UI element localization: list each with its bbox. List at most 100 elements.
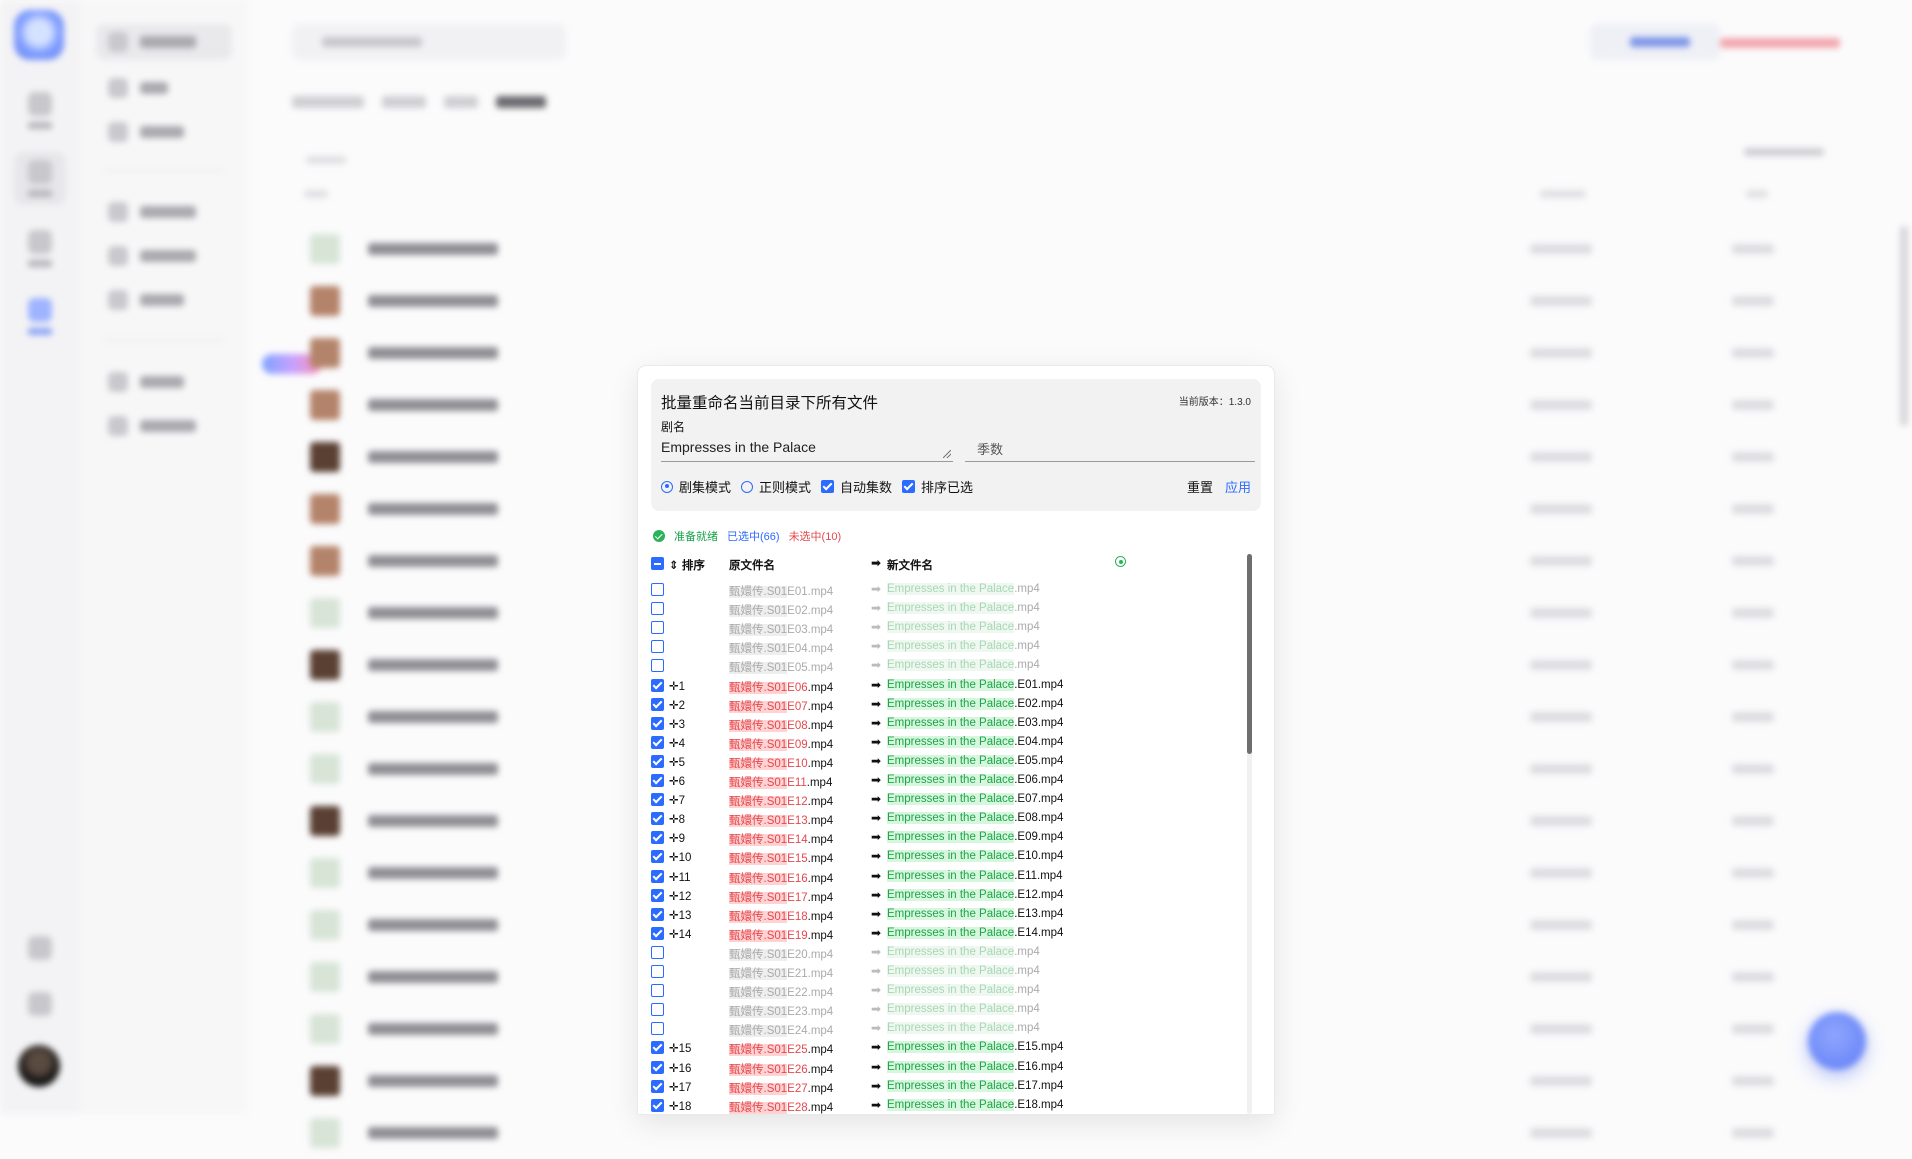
rail-item-message[interactable] xyxy=(22,936,58,960)
drag-handle-icon[interactable]: ✛ xyxy=(669,719,679,731)
rail-item-transfer[interactable] xyxy=(22,230,58,267)
row-checkbox[interactable] xyxy=(651,793,664,807)
row-order[interactable]: ✛9 xyxy=(669,831,685,845)
rail-item-files[interactable] xyxy=(14,152,66,205)
drag-handle-icon[interactable]: ✛ xyxy=(669,929,679,941)
drag-handle-icon[interactable]: ✛ xyxy=(669,1063,679,1075)
row-order[interactable]: ✛1 xyxy=(669,679,685,693)
sidebar-item-albums[interactable] xyxy=(96,114,232,150)
avatar[interactable] xyxy=(18,1045,60,1087)
row-checkbox[interactable] xyxy=(651,754,664,768)
sidebar-item-trash[interactable] xyxy=(96,282,232,318)
row-checkbox[interactable] xyxy=(651,716,664,730)
row-checkbox[interactable] xyxy=(651,1003,664,1017)
mode-regex-radio[interactable]: 正则模式 xyxy=(741,477,811,496)
row-order[interactable]: ✛8 xyxy=(669,812,685,826)
row-order[interactable]: ✛11 xyxy=(669,870,691,884)
row-checkbox[interactable] xyxy=(651,1079,664,1093)
file-row[interactable] xyxy=(300,275,1870,327)
drag-handle-icon[interactable]: ✛ xyxy=(669,872,679,884)
rail-item-home[interactable] xyxy=(22,92,58,129)
file-row[interactable] xyxy=(300,1107,1870,1159)
row-checkbox[interactable] xyxy=(651,659,664,673)
auto-episode-checkbox[interactable]: 自动集数 xyxy=(821,477,892,496)
row-checkbox[interactable] xyxy=(651,831,664,845)
sidebar-item-storage[interactable] xyxy=(96,364,232,400)
drag-handle-icon[interactable]: ✛ xyxy=(669,1043,679,1055)
rail-item-plugin[interactable] xyxy=(22,298,58,335)
row-order[interactable]: ✛14 xyxy=(669,927,691,941)
drag-handle-icon[interactable]: ✛ xyxy=(669,1082,679,1094)
row-order[interactable]: ✛3 xyxy=(669,717,685,731)
row-checkbox[interactable] xyxy=(651,621,664,635)
row-checkbox[interactable] xyxy=(651,888,664,902)
fab-button[interactable] xyxy=(1808,1012,1866,1070)
row-order[interactable]: ✛4 xyxy=(669,736,685,750)
drag-handle-icon[interactable]: ✛ xyxy=(669,891,679,903)
row-checkbox[interactable] xyxy=(651,869,664,883)
file-row[interactable] xyxy=(300,223,1870,275)
row-checkbox[interactable] xyxy=(651,640,664,654)
drag-handle-icon[interactable]: ✛ xyxy=(669,681,679,693)
row-order[interactable]: ✛15 xyxy=(669,1041,691,1055)
row-order[interactable]: ✛7 xyxy=(669,793,685,807)
rail-item-settings[interactable] xyxy=(22,992,58,1016)
scrollbar-thumb[interactable] xyxy=(1247,554,1252,754)
mode-episode-radio[interactable]: 剧集模式 xyxy=(661,477,731,496)
drag-handle-icon[interactable]: ✛ xyxy=(669,852,679,864)
row-checkbox[interactable] xyxy=(651,602,664,616)
drag-handle-icon[interactable]: ✛ xyxy=(669,795,679,807)
upgrade-button[interactable] xyxy=(1720,28,1866,56)
column-order[interactable]: ⇕ 排序 xyxy=(669,557,705,573)
row-checkbox[interactable] xyxy=(651,697,664,711)
reset-button[interactable]: 重置 xyxy=(1187,477,1213,496)
info-icon[interactable] xyxy=(1115,556,1126,567)
row-order[interactable]: ✛13 xyxy=(669,908,691,922)
drag-handle-icon[interactable]: ✛ xyxy=(669,738,679,750)
row-order[interactable]: ✛18 xyxy=(669,1099,691,1113)
list-scrollbar[interactable] xyxy=(1247,554,1252,1114)
row-checkbox[interactable] xyxy=(651,945,664,959)
sidebar-item-tools[interactable] xyxy=(96,408,232,444)
sort-selected-checkbox[interactable]: 排序已选 xyxy=(902,477,973,496)
row-order[interactable]: ✛6 xyxy=(669,774,685,788)
row-checkbox[interactable] xyxy=(651,774,664,787)
search-input[interactable] xyxy=(292,24,566,60)
row-checkbox[interactable] xyxy=(651,735,664,749)
top-action-button[interactable] xyxy=(1590,24,1720,60)
page-scrollbar[interactable] xyxy=(1900,226,1908,426)
drag-handle-icon[interactable]: ✛ xyxy=(669,833,679,845)
row-checkbox[interactable] xyxy=(651,965,664,978)
row-order[interactable]: ✛16 xyxy=(669,1061,691,1075)
row-checkbox[interactable] xyxy=(651,1098,664,1112)
row-checkbox[interactable] xyxy=(651,1041,664,1055)
row-checkbox[interactable] xyxy=(651,926,664,940)
row-order[interactable]: ✛12 xyxy=(669,889,691,903)
row-checkbox[interactable] xyxy=(651,812,664,826)
sidebar-item-recent[interactable] xyxy=(96,70,232,106)
row-order[interactable]: ✛2 xyxy=(669,698,685,712)
row-checkbox[interactable] xyxy=(651,1022,664,1036)
drag-handle-icon[interactable]: ✛ xyxy=(669,1101,679,1113)
drag-handle-icon[interactable]: ✛ xyxy=(669,757,679,769)
sidebar-item-share[interactable] xyxy=(96,194,232,230)
drag-handle-icon[interactable]: ✛ xyxy=(669,700,679,712)
drag-handle-icon[interactable]: ✛ xyxy=(669,814,679,826)
apply-button[interactable]: 应用 xyxy=(1225,477,1251,496)
resize-grip-icon[interactable] xyxy=(943,450,951,458)
season-input[interactable]: 季数 xyxy=(965,435,1255,462)
row-checkbox[interactable] xyxy=(651,850,664,864)
row-checkbox[interactable] xyxy=(651,1060,664,1074)
row-checkbox[interactable] xyxy=(651,678,664,692)
row-checkbox[interactable] xyxy=(651,583,664,596)
select-all-checkbox[interactable] xyxy=(651,557,664,570)
row-order[interactable]: ✛5 xyxy=(669,755,685,769)
row-order[interactable]: ✛17 xyxy=(669,1080,691,1094)
row-order[interactable]: ✛10 xyxy=(669,850,691,864)
row-checkbox[interactable] xyxy=(651,907,664,921)
show-name-input[interactable]: Empresses in the Palace xyxy=(661,435,953,462)
drag-handle-icon[interactable]: ✛ xyxy=(669,776,679,788)
drag-handle-icon[interactable]: ✛ xyxy=(669,910,679,922)
row-checkbox[interactable] xyxy=(651,984,664,998)
sidebar-item-all-files[interactable] xyxy=(96,24,232,60)
